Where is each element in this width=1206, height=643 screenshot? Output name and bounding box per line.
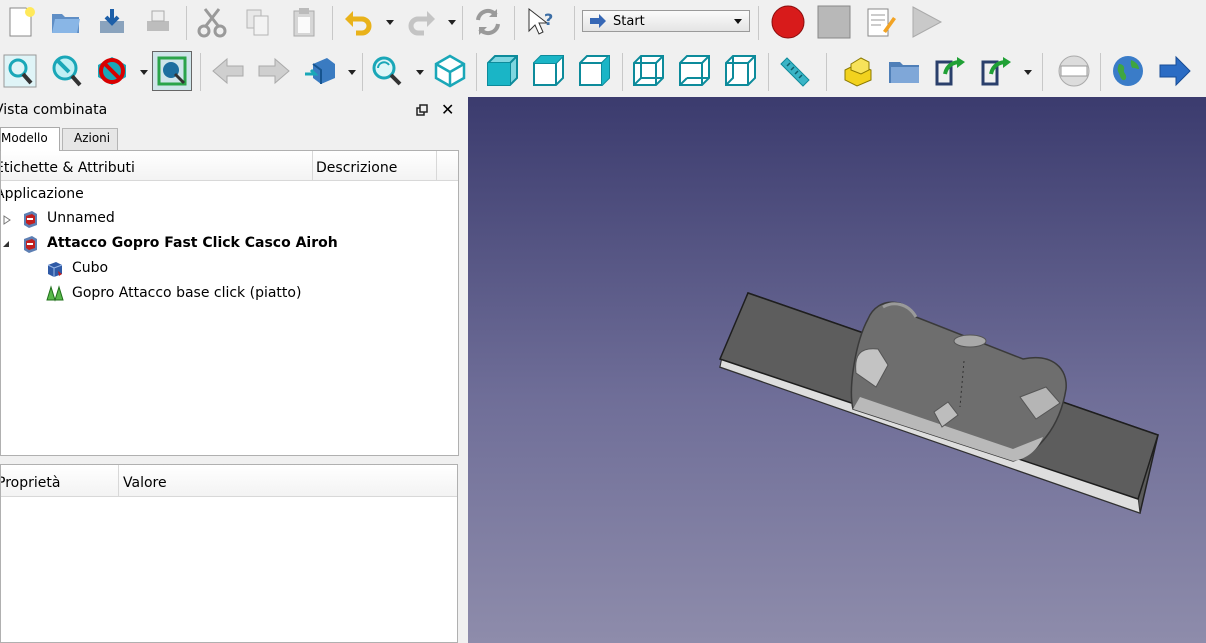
tree-header-filler [437,151,458,181]
draw-style-icon[interactable] [94,53,130,89]
3d-viewport[interactable] [468,97,1206,643]
model-render [718,292,1159,514]
fit-all-icon[interactable] [2,53,38,89]
mesh-icon [46,285,64,302]
web-placeholder-icon[interactable] [1056,53,1092,89]
stop-macro-icon[interactable] [816,4,852,40]
tree-item-label: Gopro Attacco base click (piatto) [72,285,302,301]
whats-this-icon[interactable]: ? [522,4,558,40]
back-icon[interactable] [210,53,246,89]
save-icon[interactable] [94,4,130,40]
tree-item-cubo[interactable]: Cubo [1,260,301,284]
next-icon[interactable] [1156,53,1192,89]
record-macro-icon[interactable] [770,4,806,40]
bottom-view-icon[interactable] [676,53,712,89]
redo-icon[interactable] [404,4,440,40]
run-macro-icon[interactable] [908,4,944,40]
top-view-icon[interactable] [530,53,566,89]
tree-header-labels-text: Etichette & Attributi [0,160,135,176]
tree-item-label: Cubo [72,260,109,276]
tree-item-label: Unnamed [47,210,115,226]
forward-icon[interactable] [256,53,292,89]
bounding-box-icon[interactable] [152,51,192,91]
svg-text:?: ? [544,10,553,29]
link-icon[interactable] [932,53,968,89]
measure-icon[interactable] [776,53,812,89]
document-icon [24,211,37,228]
tree-root[interactable]: Applicazione [0,186,84,210]
main-toolbar: ? Start [0,0,1206,46]
props-header-property-text: Proprietà [0,475,61,491]
cut-icon[interactable] [194,4,230,40]
sync-view-icon[interactable] [302,53,338,89]
std-views-icon[interactable] [368,53,404,89]
tree-header-description-text: Descrizione [316,160,398,176]
left-view-icon[interactable] [722,53,758,89]
props-header-value-text: Valore [123,475,167,491]
model-tree[interactable]: Etichette & Attributi Descrizione Applic… [0,150,459,456]
document-icon [24,236,37,253]
tree-item-label: Attacco Gopro Fast Click Casco Airoh [47,235,338,251]
macro-combo[interactable]: Start [582,10,750,32]
tab-actions-label: Azioni [74,131,111,145]
part-icon[interactable] [840,53,876,89]
new-document-icon[interactable] [2,4,38,40]
tab-model[interactable]: Modello [0,127,60,151]
fit-selection-icon[interactable] [48,53,84,89]
tab-actions[interactable]: Azioni [62,128,118,150]
view-toolbar [0,47,1206,97]
isometric-view-icon[interactable] [432,53,468,89]
link-actions-icon[interactable] [978,53,1014,89]
panel-title: Vista combinata [0,102,108,118]
mount-hole [953,334,987,348]
props-header-property[interactable]: Proprietà [1,465,119,497]
property-view[interactable]: Proprietà Valore [0,464,458,643]
edit-macro-icon[interactable] [862,4,898,40]
expand-icon[interactable] [3,215,11,225]
tree-root-label: Applicazione [0,186,84,202]
tab-model-label: Modello [1,131,48,145]
tree-item-unnamed[interactable]: Unnamed [1,210,301,234]
macro-combo-label: Start [613,14,645,29]
web-globe-icon[interactable] [1110,53,1146,89]
close-panel-icon[interactable]: ✕ [441,102,454,118]
open-folder-icon[interactable] [48,4,84,40]
right-view-icon[interactable] [576,53,612,89]
undo-icon[interactable] [340,4,376,40]
props-header-value[interactable]: Valore [119,465,457,497]
tree-header-labels[interactable]: Etichette & Attributi [1,151,313,181]
refresh-icon[interactable] [470,4,506,40]
tree-item-gopro-base[interactable]: Gopro Attacco base click (piatto) [1,285,401,309]
print-icon[interactable] [140,4,176,40]
group-icon[interactable] [886,53,922,89]
float-panel-icon[interactable] [416,104,428,116]
paste-icon[interactable] [286,4,322,40]
collapse-icon[interactable] [2,240,10,248]
tree-item-attacco[interactable]: Attacco Gopro Fast Click Casco Airoh [1,235,401,259]
rear-view-icon[interactable] [630,53,666,89]
cube-icon [47,262,63,277]
copy-icon[interactable] [240,4,276,40]
front-view-icon[interactable] [484,53,520,89]
tree-header-description[interactable]: Descrizione [313,151,437,181]
